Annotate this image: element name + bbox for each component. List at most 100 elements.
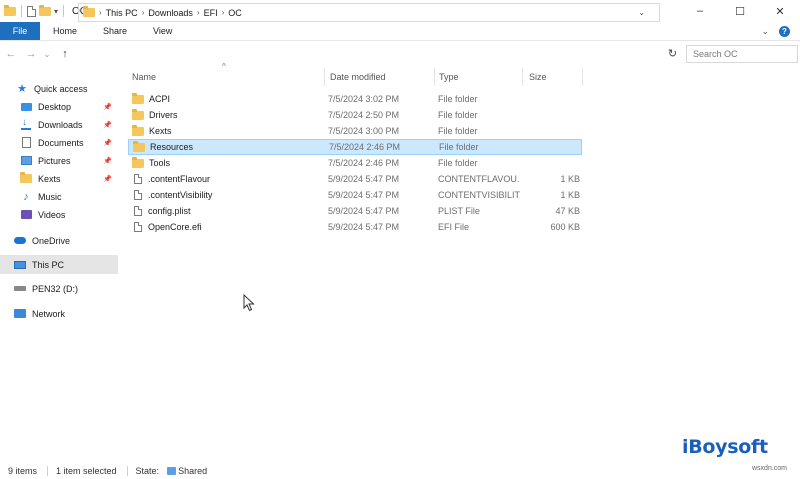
file-row-drivers[interactable]: Drivers 7/5/2024 2:50 PM File folder: [128, 107, 582, 123]
file-size: 47 KB: [555, 206, 580, 216]
sidebar-item-pictures[interactable]: Pictures 📌: [0, 152, 118, 169]
desktop-icon: [20, 101, 32, 113]
expand-ribbon-icon[interactable]: ⌄: [761, 26, 769, 37]
file-list: ^ Name Date modified Type Size ACPI 7/5/…: [128, 62, 800, 456]
column-header-size[interactable]: Size: [529, 66, 579, 88]
divider: [126, 465, 128, 476]
ribbon-tabs: File Home Share View ⌄ ?: [0, 22, 800, 41]
file-type: PLIST File: [438, 206, 480, 216]
selection-count: 1 item selected: [56, 465, 117, 476]
file-name: OpenCore.efi: [148, 222, 202, 232]
column-divider[interactable]: [522, 68, 523, 86]
close-button[interactable]: ✕: [760, 0, 800, 22]
address-bar[interactable]: › This PC › Downloads › EFI › OC ⌄: [78, 3, 660, 22]
sidebar-item-this-pc[interactable]: This PC: [0, 255, 118, 274]
customize-toolbar-icon[interactable]: ▾: [54, 7, 58, 16]
help-icon[interactable]: ?: [779, 25, 790, 37]
tab-home[interactable]: Home: [40, 22, 90, 40]
sidebar-item-kexts[interactable]: Kexts 📌: [0, 170, 118, 187]
chevron-right-icon[interactable]: ›: [197, 8, 200, 17]
sidebar-item-desktop[interactable]: Desktop 📌: [0, 98, 118, 115]
maximize-button[interactable]: ☐: [720, 0, 760, 22]
sidebar-item-onedrive[interactable]: OneDrive: [0, 232, 118, 249]
network-icon: [14, 308, 26, 320]
sidebar-item-pen32-drive[interactable]: PEN32 (D:): [0, 280, 118, 297]
state-label: State:: [135, 465, 160, 476]
pin-icon[interactable]: 📌: [103, 175, 112, 183]
sidebar-item-music[interactable]: ♪ Music: [0, 188, 118, 205]
file-type: CONTENTFLAVOU...: [438, 174, 520, 184]
file-date: 5/9/2024 5:47 PM: [328, 206, 400, 216]
search-input[interactable]: Search OC: [686, 45, 798, 63]
pin-icon[interactable]: 📌: [103, 157, 112, 165]
file-icon: [134, 206, 142, 216]
sidebar-item-quick-access[interactable]: ★ Quick access: [0, 80, 118, 97]
pin-icon[interactable]: 📌: [103, 121, 112, 129]
column-divider[interactable]: [582, 68, 583, 86]
folder-icon: [83, 6, 95, 17]
refresh-button[interactable]: ↻: [664, 45, 681, 62]
breadcrumb-this-pc[interactable]: This PC: [106, 8, 138, 18]
sidebar-item-downloads[interactable]: Downloads 📌: [0, 116, 118, 133]
chevron-right-icon[interactable]: ›: [222, 8, 225, 17]
back-button[interactable]: ←: [4, 48, 18, 60]
file-date: 7/5/2024 3:02 PM: [328, 94, 400, 104]
state-value: Shared: [178, 465, 208, 476]
minimize-button[interactable]: –: [680, 0, 720, 22]
chevron-down-icon[interactable]: ⌄: [638, 8, 645, 17]
mouse-cursor-icon: [243, 294, 255, 312]
folder-icon: [132, 92, 144, 104]
sidebar-item-label: Network: [32, 308, 66, 319]
sidebar-item-videos[interactable]: Videos: [0, 206, 118, 223]
sidebar-item-label: OneDrive: [32, 235, 71, 246]
file-icon: [134, 222, 142, 232]
file-row-resources[interactable]: Resources 7/5/2024 2:46 PM File folder: [128, 139, 582, 155]
column-divider[interactable]: [324, 68, 325, 86]
chevron-right-icon: ›: [99, 8, 102, 17]
sidebar-item-network[interactable]: Network: [0, 305, 118, 322]
breadcrumb-oc[interactable]: OC: [228, 8, 242, 18]
file-type: File folder: [438, 158, 478, 168]
column-header-date-modified[interactable]: Date modified: [330, 66, 434, 88]
file-row-opencore-efi[interactable]: OpenCore.efi 5/9/2024 5:47 PM EFI File 6…: [128, 219, 582, 235]
properties-icon[interactable]: [27, 5, 36, 17]
videos-icon: [20, 209, 32, 221]
tab-file[interactable]: File: [0, 22, 40, 40]
file-row-contentvisibility[interactable]: .contentVisibility 5/9/2024 5:47 PM CONT…: [128, 187, 582, 203]
file-date: 7/5/2024 3:00 PM: [328, 126, 400, 136]
file-date: 5/9/2024 5:47 PM: [328, 222, 400, 232]
recent-locations-button[interactable]: ⌄: [40, 50, 54, 59]
tab-share[interactable]: Share: [90, 22, 140, 40]
music-icon: ♪: [23, 190, 29, 203]
sidebar-item-documents[interactable]: Documents 📌: [0, 134, 118, 151]
folder-icon[interactable]: [4, 4, 16, 16]
chevron-right-icon[interactable]: ›: [142, 8, 145, 17]
sidebar-item-label: PEN32 (D:): [32, 283, 79, 294]
breadcrumb-downloads[interactable]: Downloads: [148, 8, 193, 18]
forward-button[interactable]: →: [24, 48, 38, 60]
file-row-config-plist[interactable]: config.plist 5/9/2024 5:47 PM PLIST File…: [128, 203, 582, 219]
pin-icon[interactable]: 📌: [103, 103, 112, 111]
file-row-acpi[interactable]: ACPI 7/5/2024 3:02 PM File folder: [128, 91, 582, 107]
file-size: [525, 139, 581, 155]
column-header-type[interactable]: Type: [439, 66, 519, 88]
up-button[interactable]: ↑: [58, 48, 72, 60]
file-type: EFI File: [438, 222, 470, 232]
new-folder-icon[interactable]: [39, 4, 51, 16]
file-row-contentflavour[interactable]: .contentFlavour 5/9/2024 5:47 PM CONTENT…: [128, 171, 582, 187]
sidebar-item-label: Kexts: [38, 173, 61, 184]
pin-icon[interactable]: 📌: [103, 139, 112, 147]
column-header-name[interactable]: Name: [132, 66, 322, 88]
file-icon: [134, 190, 142, 200]
folder-icon: [20, 172, 32, 185]
documents-icon: [20, 137, 32, 149]
tab-view[interactable]: View: [140, 22, 185, 40]
file-row-tools[interactable]: Tools 7/5/2024 2:46 PM File folder: [128, 155, 582, 171]
column-divider[interactable]: [434, 68, 435, 86]
file-type: File folder: [438, 94, 478, 104]
file-name: .contentVisibility: [148, 190, 213, 200]
file-row-kexts[interactable]: Kexts 7/5/2024 3:00 PM File folder: [128, 123, 582, 139]
file-date: 7/5/2024 2:50 PM: [328, 110, 400, 120]
breadcrumb-efi[interactable]: EFI: [204, 8, 218, 18]
file-date: 5/9/2024 5:47 PM: [328, 174, 400, 184]
